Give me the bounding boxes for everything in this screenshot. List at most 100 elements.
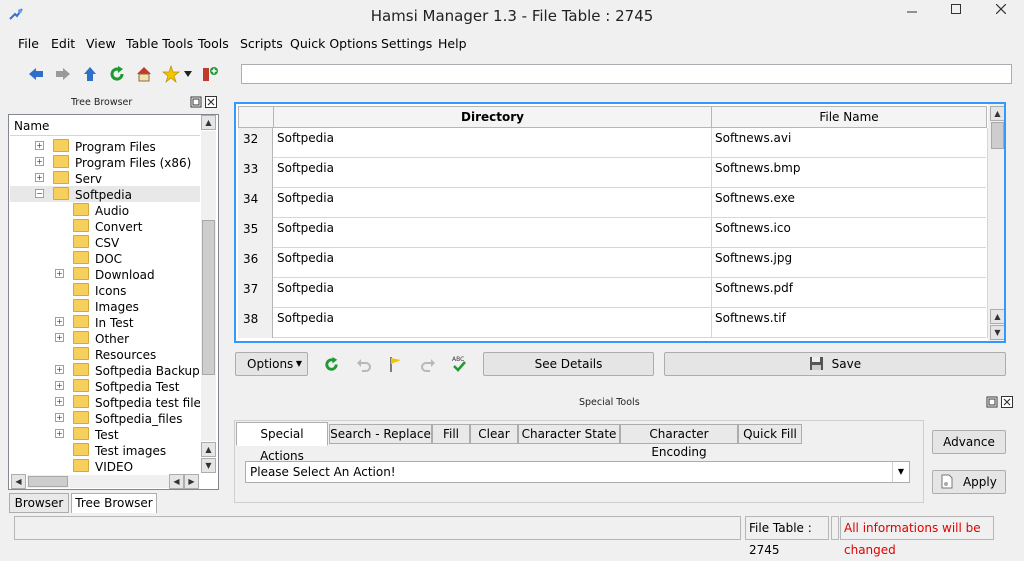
menu-edit[interactable]: Edit (51, 36, 75, 51)
apply-button[interactable]: Apply (932, 470, 1006, 494)
minimize-button[interactable] (890, 0, 934, 22)
see-details-button[interactable]: See Details (483, 352, 654, 376)
file-name-cell[interactable]: Softnews.avi (712, 128, 988, 158)
chevron-down-icon[interactable]: ▼ (892, 462, 909, 482)
tree-item[interactable]: DOC (10, 250, 200, 266)
advance-button[interactable]: Advance (932, 430, 1006, 454)
file-name-cell[interactable]: Softnews.pdf (712, 278, 988, 308)
save-button[interactable]: Save (664, 352, 1006, 376)
action-select[interactable]: Please Select An Action! ▼ (245, 461, 910, 483)
tree-item[interactable]: + Download (10, 266, 200, 282)
tree-item[interactable]: + Softpedia Test (10, 378, 200, 394)
tree-item[interactable]: Test images (10, 442, 200, 458)
close-panel-icon[interactable] (205, 96, 217, 108)
menu-help[interactable]: Help (438, 36, 467, 51)
table-scroll-up-button[interactable]: ▲ (990, 106, 1004, 121)
tab-character-encoding[interactable]: Character Encoding (620, 424, 738, 459)
table-row[interactable]: 34 Softpedia Softnews.exe (238, 188, 988, 218)
tab-fill[interactable]: Fill (432, 424, 470, 444)
tab-search-replace[interactable]: Search - Replace (329, 424, 432, 444)
forward-arrow-icon[interactable] (54, 65, 72, 83)
row-number[interactable]: 37 (238, 278, 273, 308)
spell-check-icon[interactable]: ABC (451, 354, 468, 373)
table-scroll-thumb[interactable] (991, 122, 1004, 149)
tree-scroll-up-button[interactable]: ▲ (201, 115, 216, 130)
tab-quick-fill[interactable]: Quick Fill (738, 424, 802, 444)
file-name-cell[interactable]: Softnews.exe (712, 188, 988, 218)
table-row[interactable]: 33 Softpedia Softnews.bmp (238, 158, 988, 188)
tree-item[interactable]: VIDEO (10, 458, 200, 474)
flag-icon[interactable] (388, 356, 404, 373)
directory-cell[interactable]: Softpedia (274, 248, 712, 278)
tree-item[interactable]: − Softpedia (10, 186, 200, 202)
maximize-button[interactable] (934, 0, 978, 22)
tree-item[interactable]: Images (10, 298, 200, 314)
close-button[interactable] (978, 0, 1024, 22)
tree-item[interactable]: + Other (10, 330, 200, 346)
chevron-down-icon[interactable] (183, 70, 193, 78)
expand-icon[interactable]: + (55, 381, 64, 390)
close-panel-icon[interactable] (1001, 396, 1013, 408)
refresh-icon[interactable] (108, 65, 126, 83)
tree-column-header[interactable]: Name (10, 116, 200, 136)
tree-item[interactable]: Convert (10, 218, 200, 234)
row-number[interactable]: 35 (238, 218, 273, 248)
tree-scroll-thumb[interactable] (202, 220, 215, 375)
tab-character-state[interactable]: Character State (518, 424, 620, 444)
menu-tools[interactable]: Tools (198, 36, 229, 51)
table-row[interactable]: 38 Softpedia Softnews.tif (238, 308, 988, 338)
tree-item[interactable]: + Serv (10, 170, 200, 186)
file-table[interactable]: Directory File Name 32 Softpedia Softnews.… (234, 102, 1006, 343)
table-row[interactable]: 35 Softpedia Softnews.ico (238, 218, 988, 248)
expand-icon[interactable]: + (55, 413, 64, 422)
row-number[interactable]: 33 (238, 158, 273, 188)
float-panel-icon[interactable] (190, 96, 202, 108)
tree-item[interactable]: CSV (10, 234, 200, 250)
tab-clear[interactable]: Clear (470, 424, 518, 444)
table-row[interactable]: 32 Softpedia Softnews.avi (238, 128, 988, 158)
directory-cell[interactable]: Softpedia (274, 308, 712, 338)
back-arrow-icon[interactable] (27, 65, 45, 83)
tree-item[interactable]: + Softpedia Backup (10, 362, 200, 378)
menu-settings[interactable]: Settings (381, 36, 432, 51)
tree-item[interactable]: + Program Files (10, 138, 200, 154)
collapse-icon[interactable]: − (35, 189, 44, 198)
undo-icon[interactable] (356, 357, 372, 373)
row-number[interactable]: 32 (238, 128, 273, 158)
directory-column-header[interactable]: Directory (273, 106, 712, 128)
expand-icon[interactable]: + (35, 157, 44, 166)
directory-cell[interactable]: Softpedia (274, 278, 712, 308)
expand-icon[interactable]: + (35, 173, 44, 182)
tree-scroll-down-button[interactable]: ▼ (201, 458, 216, 473)
expand-icon[interactable]: + (55, 333, 64, 342)
tree-item[interactable]: Resources (10, 346, 200, 362)
tree-item[interactable]: + Softpedia test files (10, 394, 200, 410)
tree-item[interactable]: + Softpedia_files (10, 410, 200, 426)
file-name-cell[interactable]: Softnews.tif (712, 308, 988, 338)
redo-icon[interactable] (420, 357, 436, 373)
tree-item[interactable]: + Program Files (x86) (10, 154, 200, 170)
expand-icon[interactable]: + (55, 317, 64, 326)
options-dropdown[interactable]: Options ▼ (235, 352, 308, 376)
expand-icon[interactable]: + (55, 397, 64, 406)
file-name-column-header[interactable]: File Name (711, 106, 987, 128)
tree-scroll-left-button-2[interactable]: ◀ (169, 474, 184, 489)
file-name-cell[interactable]: Softnews.jpg (712, 248, 988, 278)
up-arrow-icon[interactable] (81, 65, 99, 83)
expand-icon[interactable]: + (55, 365, 64, 374)
bookmark-add-icon[interactable] (201, 65, 219, 83)
tree-item[interactable]: + Test (10, 426, 200, 442)
file-name-cell[interactable]: Softnews.bmp (712, 158, 988, 188)
menu-view[interactable]: View (86, 36, 116, 51)
tree-item[interactable]: Audio (10, 202, 200, 218)
file-name-cell[interactable]: Softnews.ico (712, 218, 988, 248)
directory-cell[interactable]: Softpedia (274, 128, 712, 158)
directory-cell[interactable]: Softpedia (274, 218, 712, 248)
table-scroll-up-button-2[interactable]: ▲ (990, 309, 1004, 324)
home-icon[interactable] (135, 65, 153, 83)
tree-item[interactable]: Icons (10, 282, 200, 298)
directory-cell[interactable]: Softpedia (274, 158, 712, 188)
star-icon[interactable] (162, 65, 180, 83)
tree-scroll-left-button[interactable]: ◀ (11, 474, 26, 489)
tab-tree-browser[interactable]: Tree Browser (71, 493, 157, 515)
